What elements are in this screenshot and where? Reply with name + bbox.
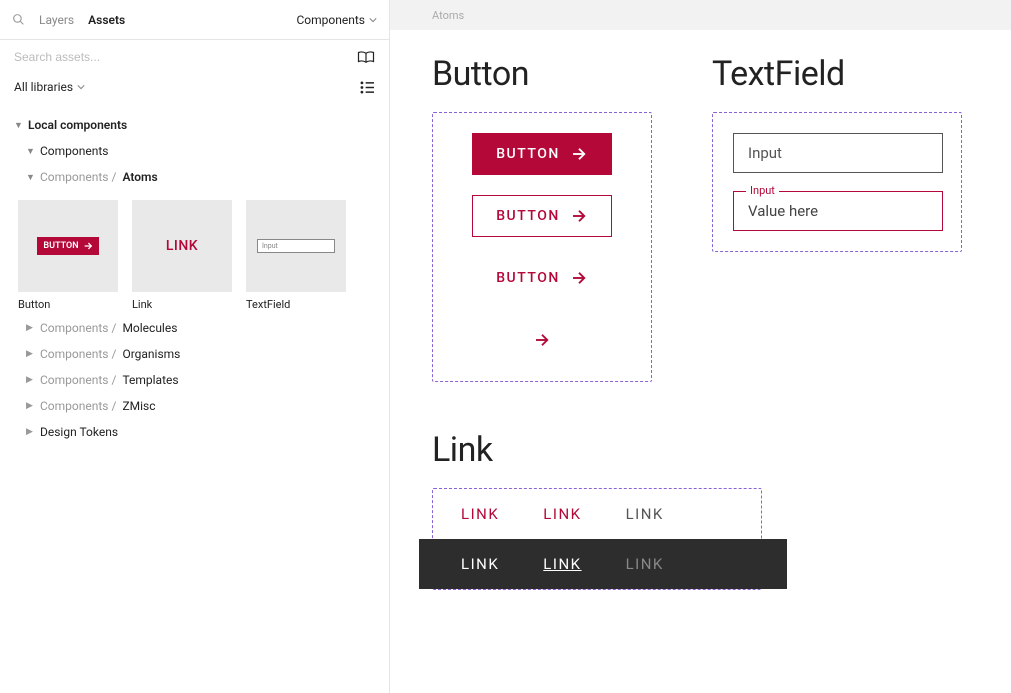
link-disabled[interactable]: LINK (626, 505, 664, 523)
link-dark-hover[interactable]: LINK (543, 555, 581, 573)
triangle-right-icon: ▶ (26, 427, 34, 437)
tree-templates[interactable]: ▶ Components / Templates (0, 367, 389, 393)
library-filter[interactable]: All libraries (14, 80, 85, 94)
tree-atoms[interactable]: ▼ Components / Atoms (0, 164, 389, 190)
library-book-icon[interactable] (357, 50, 375, 64)
asset-search-row (0, 40, 389, 74)
triangle-down-icon: ▼ (26, 172, 34, 183)
tree-label: Components (40, 144, 109, 158)
triangle-right-icon: ▶ (26, 375, 34, 385)
tree-design-tokens[interactable]: ▶ Design Tokens (0, 419, 389, 445)
frame-link-variants[interactable]: LINK LINK LINK LINK LINK LINK (432, 488, 762, 590)
button-icon-only[interactable] (527, 319, 557, 361)
pages-dropdown[interactable]: Components (297, 13, 378, 27)
canvas-breadcrumb-bar: Atoms (390, 0, 1011, 30)
tree-prefix: Components / (40, 347, 116, 361)
button-outline[interactable]: BUTTON (472, 195, 612, 237)
triangle-right-icon: ▶ (26, 323, 34, 333)
library-filter-label: All libraries (14, 80, 73, 94)
thumb-textfield-preview: Input (257, 239, 335, 253)
assets-sidebar: Layers Assets Components All libraries (0, 0, 390, 693)
section-button: Button BUTTON BUTTON BUTTON (432, 54, 652, 382)
tree-molecules[interactable]: ▶ Components / Molecules (0, 315, 389, 341)
frame-button-variants[interactable]: BUTTON BUTTON BUTTON (432, 112, 652, 382)
thumb-label: TextField (246, 298, 346, 311)
pages-dropdown-label: Components (297, 13, 366, 27)
tree-label: Molecules (122, 321, 177, 335)
section-title-textfield: TextField (712, 54, 962, 94)
textfield-value: Value here (748, 202, 818, 220)
arrow-right-icon (533, 331, 551, 349)
section-link: Link LINK LINK LINK LINK LINK LINK (432, 430, 969, 590)
panel-tabs: Layers Assets Components (0, 0, 389, 40)
tab-layers[interactable]: Layers (39, 13, 74, 27)
tree-components[interactable]: ▼ Components (0, 138, 389, 164)
tree-local-components[interactable]: ▼ Local components (0, 112, 389, 138)
tree-label: ZMisc (122, 399, 155, 413)
link-dark-default[interactable]: LINK (461, 555, 499, 573)
section-title-button: Button (432, 54, 652, 94)
button-label: BUTTON (496, 146, 560, 162)
thumb-textfield[interactable]: Input TextField (246, 200, 346, 311)
list-view-icon[interactable] (360, 81, 375, 94)
arrow-right-icon (570, 207, 588, 225)
textfield-placeholder: Input (748, 144, 782, 162)
tree-label: Atoms (122, 170, 157, 184)
frame-textfield-variants[interactable]: Input Input Value here (712, 112, 962, 252)
button-text[interactable]: BUTTON (472, 257, 612, 299)
tree-prefix: Components / (40, 170, 116, 184)
link-hover[interactable]: LINK (543, 505, 581, 523)
arrow-right-icon (570, 145, 588, 163)
button-label: BUTTON (496, 270, 560, 286)
thumb-button-preview: BUTTON (37, 237, 98, 255)
tree-label: Design Tokens (40, 425, 118, 439)
tab-assets[interactable]: Assets (88, 13, 125, 27)
thumb-label: Link (132, 298, 232, 311)
thumb-link-preview: LINK (166, 238, 198, 254)
thumb-button-text: BUTTON (43, 241, 78, 251)
button-label: BUTTON (496, 208, 560, 224)
link-default[interactable]: LINK (461, 505, 499, 523)
asset-search-input[interactable] (14, 50, 349, 64)
thumb-link[interactable]: LINK Link (132, 200, 232, 311)
tree-zmisc[interactable]: ▶ Components / ZMisc (0, 393, 389, 419)
breadcrumb[interactable]: Atoms (432, 9, 464, 22)
link-row-dark: LINK LINK LINK (419, 539, 787, 589)
button-primary[interactable]: BUTTON (472, 133, 612, 175)
textfield-float-label: Input (746, 184, 779, 197)
link-dark-disabled[interactable]: LINK (626, 555, 664, 573)
tree-prefix: Components / (40, 399, 116, 413)
triangle-right-icon: ▶ (26, 349, 34, 359)
library-filter-row: All libraries (0, 74, 389, 106)
triangle-right-icon: ▶ (26, 401, 34, 411)
textfield-filled[interactable]: Input Value here (733, 191, 943, 231)
tree-label: Organisms (122, 347, 180, 361)
search-icon[interactable] (12, 13, 25, 26)
tree-prefix: Components / (40, 321, 116, 335)
asset-tree: ▼ Local components ▼ Components ▼ Compon… (0, 106, 389, 451)
chevron-down-icon (77, 83, 85, 91)
chevron-down-icon (369, 16, 377, 24)
textfield-empty[interactable]: Input (733, 133, 943, 173)
arrow-right-icon (570, 269, 588, 287)
triangle-down-icon: ▼ (26, 146, 34, 157)
tree-prefix: Components / (40, 373, 116, 387)
tree-label: Templates (122, 373, 178, 387)
section-title-link: Link (432, 430, 969, 470)
link-row-light: LINK LINK LINK (433, 489, 761, 539)
tree-organisms[interactable]: ▶ Components / Organisms (0, 341, 389, 367)
thumb-button[interactable]: BUTTON Button (18, 200, 118, 311)
thumb-label: Button (18, 298, 118, 311)
thumb-grid: BUTTON Button LINK Link Input TextField (0, 190, 389, 315)
canvas[interactable]: Atoms Button BUTTON BUTTON BUTTON (390, 0, 1011, 693)
section-textfield: TextField Input Input Value here (712, 54, 962, 252)
triangle-down-icon: ▼ (14, 120, 22, 131)
arrow-right-icon (83, 241, 93, 251)
tree-label: Local components (28, 118, 127, 132)
